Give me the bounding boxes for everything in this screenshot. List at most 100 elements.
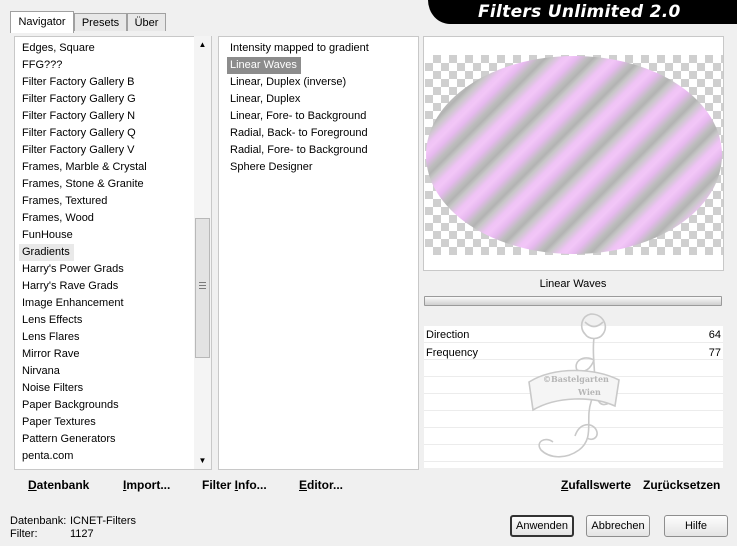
param-label: Direction (426, 329, 470, 341)
filter-list[interactable]: Intensity mapped to gradient Linear Waves… (218, 36, 419, 470)
label-part: nfo... (238, 478, 267, 492)
label-part: ditor... (307, 478, 344, 492)
watermark-text: ©Bastelgarten (543, 374, 609, 384)
list-item[interactable]: Image Enhancement (19, 295, 199, 312)
list-item-label: Paper Backgrounds (22, 399, 119, 411)
tab-uber[interactable]: Über (127, 13, 166, 31)
list-item[interactable]: Harry's Power Grads (19, 261, 199, 278)
parameter-slider[interactable] (424, 296, 722, 306)
list-item[interactable]: Intensity mapped to gradient (227, 40, 417, 57)
list-item[interactable]: Pattern Generators (19, 431, 199, 448)
status-label: Datenbank: (10, 515, 67, 527)
apply-button[interactable]: Anwenden (510, 515, 574, 537)
list-item[interactable]: Paper Textures (19, 414, 199, 431)
list-item[interactable]: Edges, Square (19, 40, 199, 57)
list-item[interactable]: Filter Factory Gallery Q (19, 125, 199, 142)
list-item-label: Lens Flares (22, 331, 80, 343)
list-item-label: Filter Factory Gallery N (22, 110, 136, 122)
database-button[interactable]: Datenbank (28, 478, 89, 492)
label-part: mport... (126, 478, 171, 492)
list-item[interactable]: Frames, Marble & Crystal (19, 159, 199, 176)
list-item[interactable]: Noise Filters (19, 380, 199, 397)
list-item[interactable]: Frames, Textured (19, 193, 199, 210)
list-item-label: Linear, Duplex (230, 93, 301, 105)
import-button[interactable]: Import... (123, 478, 170, 492)
banner-title: Filters Unlimited 2.0 (478, 2, 681, 22)
tab-presets[interactable]: Presets (74, 13, 127, 31)
label-part: ufallswerte (568, 478, 632, 492)
preview-image (425, 55, 723, 255)
list-item[interactable]: Lens Effects (19, 312, 199, 329)
cancel-button[interactable]: Abbrechen (586, 515, 650, 537)
status-filter: Filter: 1127 (10, 528, 94, 541)
watermark-text-2: Wien (578, 387, 601, 397)
random-values-button[interactable]: Zufallswerte (561, 478, 631, 492)
list-item[interactable]: FunHouse (19, 227, 199, 244)
status-value: 1127 (70, 528, 94, 540)
list-item[interactable]: Filter Factory Gallery V (19, 142, 199, 159)
category-list[interactable]: Edges, Square FFG??? Filter Factory Galler… (14, 36, 212, 470)
list-item-label: Frames, Marble & Crystal (22, 161, 147, 173)
list-item-label: Image Enhancement (22, 297, 124, 309)
list-item-label: Frames, Wood (22, 212, 94, 224)
status-value: ICNET-Filters (70, 515, 136, 527)
list-item[interactable]: Frames, Stone & Granite (19, 176, 199, 193)
tab-label: Über (134, 17, 159, 29)
scroll-up-icon[interactable]: ▲ (194, 36, 211, 53)
list-item[interactable]: penta.com (19, 448, 199, 465)
filter-name-label: Linear Waves (423, 272, 723, 296)
list-item[interactable]: Mirror Rave (19, 346, 199, 363)
tab-label: Presets (81, 17, 120, 29)
label-part: atenbank (36, 478, 90, 492)
mnemonic: D (28, 478, 37, 492)
list-item-label: Lens Effects (22, 314, 83, 326)
list-item[interactable]: Lens Flares (19, 329, 199, 346)
list-item-label: Intensity mapped to gradient (230, 42, 369, 54)
list-item[interactable]: Radial, Fore- to Background (227, 142, 417, 159)
watermark-logo (528, 313, 620, 458)
list-item[interactable]: FFG??? (19, 57, 199, 74)
list-item[interactable]: Filter Factory Gallery B (19, 74, 199, 91)
list-item-label: Linear, Duplex (inverse) (230, 76, 347, 88)
list-item[interactable]: Radial, Back- to Foreground (227, 125, 417, 142)
param-value[interactable]: 77 (709, 345, 721, 362)
list-item[interactable]: Linear Waves (227, 57, 417, 74)
param-value[interactable]: 64 (709, 327, 721, 344)
list-item-label: Sphere Designer (230, 161, 313, 173)
list-item[interactable]: Linear, Duplex (227, 91, 417, 108)
list-item-label: Filter Factory Gallery B (22, 76, 135, 88)
filter-info-button[interactable]: Filter Info... (202, 478, 267, 492)
list-item-label: Gradients (19, 244, 74, 261)
label-part: Filter (202, 478, 235, 492)
list-item[interactable]: Harry's Rave Grads (19, 278, 199, 295)
list-item[interactable]: Gradients (19, 244, 199, 261)
mnemonic: E (299, 478, 308, 492)
category-scrollbar[interactable]: ▲ ▼ (194, 36, 211, 469)
list-item[interactable]: Filter Factory Gallery G (19, 91, 199, 108)
list-item-label: Linear Waves (227, 57, 301, 74)
status-database: Datenbank: ICNET-Filters (10, 515, 136, 528)
list-item-label: Edges, Square (22, 42, 95, 54)
list-item-label: Filter Factory Gallery V (22, 144, 135, 156)
param-label: Frequency (426, 347, 478, 359)
help-button[interactable]: Hilfe (664, 515, 728, 537)
editor-button[interactable]: Editor... (299, 478, 343, 492)
list-item[interactable]: Linear, Duplex (inverse) (227, 74, 417, 91)
list-item[interactable]: Sphere Designer (227, 159, 417, 176)
scroll-down-icon[interactable]: ▼ (194, 452, 211, 469)
reset-button[interactable]: Zurücksetzen (643, 478, 720, 492)
list-item[interactable]: Nirvana (19, 363, 199, 380)
label-part: ücksetzen (662, 478, 721, 492)
list-item-label: Filter Factory Gallery G (22, 93, 136, 105)
tab-navigator[interactable]: Navigator (10, 11, 74, 33)
title-banner: Filters Unlimited 2.0 (428, 0, 737, 24)
list-item[interactable]: Linear, Fore- to Background (227, 108, 417, 125)
tab-label: Navigator (18, 16, 66, 28)
scroll-thumb[interactable] (195, 218, 210, 358)
list-item[interactable]: Paper Backgrounds (19, 397, 199, 414)
grip-icon (199, 282, 206, 291)
list-item-label: Frames, Textured (22, 195, 108, 207)
list-item[interactable]: Frames, Wood (19, 210, 199, 227)
list-item-label: Filter Factory Gallery Q (22, 127, 136, 139)
list-item[interactable]: Filter Factory Gallery N (19, 108, 199, 125)
